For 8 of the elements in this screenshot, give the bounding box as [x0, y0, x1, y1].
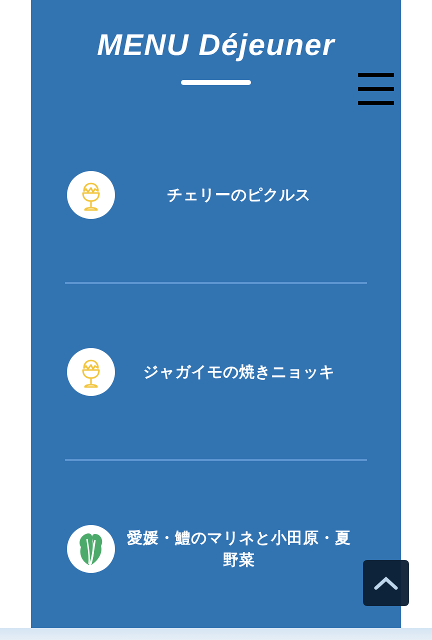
- menu-title: MENU Déjeuner: [96, 28, 336, 64]
- menu-item-name: 愛媛・鱧のマリネと小田原・夏野菜: [126, 528, 352, 570]
- menu-icon[interactable]: [358, 73, 394, 105]
- back-to-top-button[interactable]: [363, 560, 409, 606]
- menu-item-name: ジャガイモの焼きニョッキ: [142, 362, 336, 382]
- title-underline: [181, 80, 251, 85]
- menu-item-name: チェリーのピクルス: [166, 184, 312, 206]
- chevron-up-icon: [374, 576, 398, 590]
